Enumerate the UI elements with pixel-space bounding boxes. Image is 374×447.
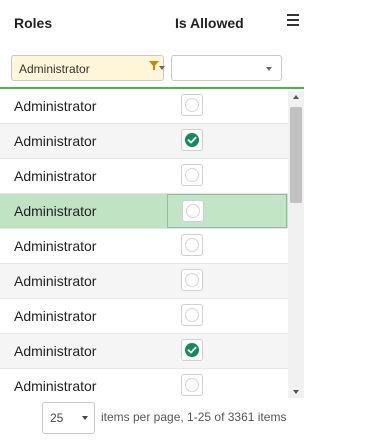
scroll-up-arrow-icon[interactable]: [293, 95, 299, 99]
pager: 25 items per page, 1-25 of 3361 items: [0, 398, 374, 447]
chevron-down-icon: [266, 67, 272, 71]
page-size-value: 25: [50, 411, 64, 425]
is-allowed-filter-dropdown[interactable]: [171, 55, 282, 81]
table-row[interactable]: Administrator: [0, 264, 288, 299]
pager-summary: items per page, 1-25 of 3361 items: [101, 410, 287, 424]
roles-filter-value: Administrator: [19, 62, 90, 76]
empty-circle-icon: [185, 273, 199, 287]
role-cell: Administrator: [14, 273, 97, 289]
is-allowed-checkbox[interactable]: [181, 269, 203, 291]
is-allowed-cell: [167, 369, 287, 398]
is-allowed-cell: [167, 229, 287, 263]
scrollbar-thumb[interactable]: [290, 107, 302, 203]
chevron-down-icon: [159, 66, 165, 70]
grid-rows: Administrator Administrator Administrator A…: [0, 89, 288, 398]
is-allowed-checkbox[interactable]: [182, 200, 204, 222]
table-row[interactable]: Administrator: [0, 334, 288, 369]
hamburger-menu-icon[interactable]: [287, 14, 299, 26]
chevron-down-icon: [82, 416, 88, 420]
table-row[interactable]: Administrator: [0, 369, 288, 398]
check-circle-icon: [185, 133, 199, 147]
role-cell: Administrator: [14, 98, 97, 114]
is-allowed-checkbox[interactable]: [181, 129, 203, 151]
table-row[interactable]: Administrator: [0, 159, 288, 194]
is-allowed-cell: [167, 334, 287, 368]
is-allowed-cell: [167, 264, 287, 298]
is-allowed-checkbox[interactable]: [181, 164, 203, 186]
empty-circle-icon: [185, 238, 199, 252]
is-allowed-checkbox[interactable]: [181, 94, 203, 116]
roles-grid: Roles Is Allowed Administrator Administr…: [0, 0, 304, 398]
check-circle-icon: [185, 343, 199, 357]
empty-circle-icon: [185, 308, 199, 322]
filter-row: Administrator: [0, 46, 304, 89]
is-allowed-cell: [167, 194, 287, 228]
is-allowed-checkbox[interactable]: [181, 304, 203, 326]
role-cell: Administrator: [14, 133, 97, 149]
vertical-scrollbar[interactable]: [288, 89, 304, 398]
is-allowed-cell: [167, 159, 287, 193]
table-row[interactable]: Administrator: [0, 89, 288, 124]
table-row[interactable]: Administrator: [0, 299, 288, 334]
role-cell: Administrator: [14, 378, 97, 394]
filter-funnel-stem: [153, 66, 155, 70]
table-row[interactable]: Administrator: [0, 194, 288, 229]
is-allowed-cell: [167, 124, 287, 158]
scroll-down-arrow-icon[interactable]: [293, 390, 299, 394]
roles-filter-dropdown[interactable]: Administrator: [11, 55, 165, 81]
is-allowed-checkbox[interactable]: [181, 339, 203, 361]
role-cell: Administrator: [14, 343, 97, 359]
is-allowed-cell: [167, 89, 287, 123]
table-row[interactable]: Administrator: [0, 124, 288, 159]
empty-circle-icon: [185, 168, 199, 182]
role-cell: Administrator: [14, 238, 97, 254]
empty-circle-icon: [185, 98, 199, 112]
grid-header: Roles Is Allowed: [0, 0, 304, 46]
is-allowed-cell: [167, 299, 287, 333]
is-allowed-checkbox[interactable]: [181, 234, 203, 256]
is-allowed-checkbox[interactable]: [181, 374, 203, 396]
empty-circle-icon: [186, 204, 200, 218]
table-row[interactable]: Administrator: [0, 229, 288, 264]
role-cell: Administrator: [14, 203, 97, 219]
page-size-select[interactable]: 25: [42, 402, 95, 434]
role-cell: Administrator: [14, 168, 97, 184]
roles-column-header[interactable]: Roles: [14, 15, 52, 31]
is-allowed-column-header[interactable]: Is Allowed: [175, 15, 244, 31]
empty-circle-icon: [185, 378, 199, 392]
role-cell: Administrator: [14, 308, 97, 324]
